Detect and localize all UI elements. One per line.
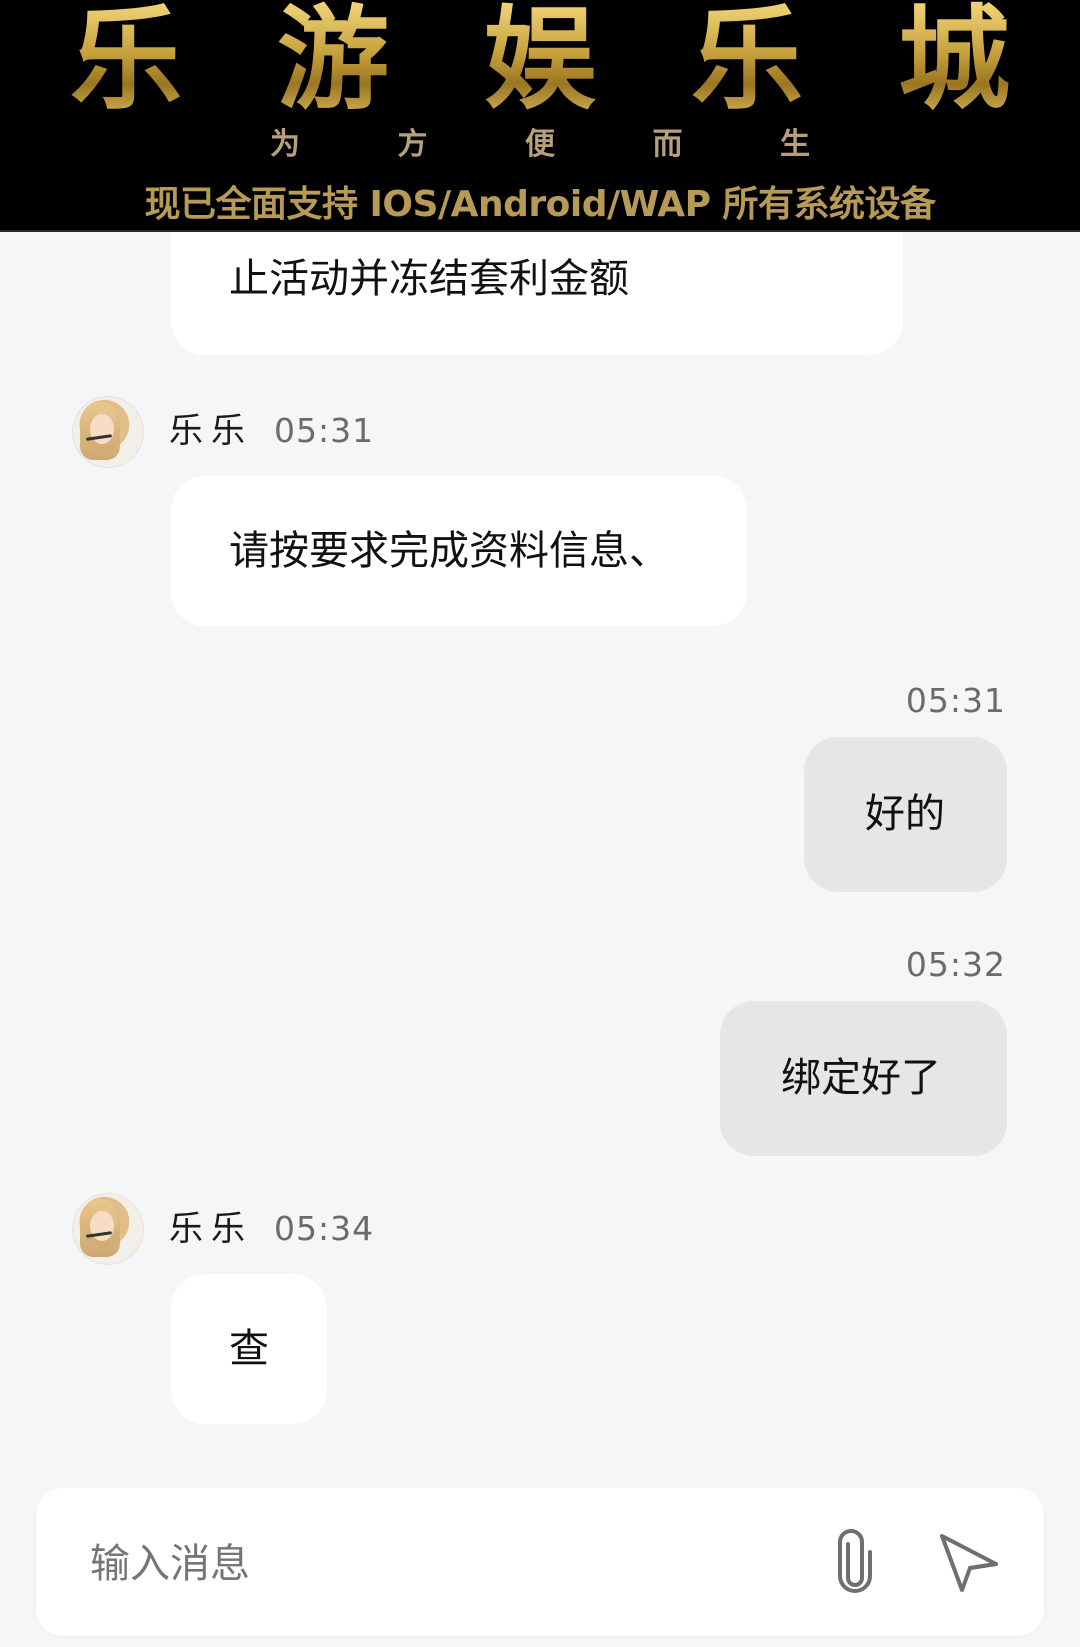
banner-title-char: 乐 xyxy=(691,0,803,125)
message-text: 查 xyxy=(229,1326,269,1372)
banner-subtitle-char: 方 xyxy=(397,127,428,162)
banner-subtitle-char: 而 xyxy=(652,127,683,162)
agent-avatar[interactable] xyxy=(72,396,144,468)
paperclip-icon[interactable] xyxy=(820,1526,890,1596)
banner-title-char: 乐 xyxy=(70,0,182,125)
send-icon[interactable] xyxy=(934,1526,1004,1596)
message-input-bar xyxy=(36,1488,1044,1636)
banner-subtitle-char: 生 xyxy=(780,127,810,162)
message-input[interactable] xyxy=(88,1538,692,1590)
message-time: 05:31 xyxy=(905,681,1006,720)
message-bubble-self: 好的 xyxy=(804,737,1007,892)
message-bubble-agent: 查 xyxy=(171,1274,327,1424)
banner-title: 乐 游 娱 乐 城 xyxy=(70,0,1010,120)
message-time: 05:31 xyxy=(274,411,375,450)
banner-title-char: 游 xyxy=(277,0,389,125)
message-text: 请按要求完成资料信息、 xyxy=(229,528,669,574)
message-text: 止活动并冻结套利金额 xyxy=(229,256,629,302)
banner-subtitle: 为 方 便 而 生 xyxy=(270,125,810,165)
chat-area: 止活动并冻结套利金额 乐乐 05:31 请按要求完成资料信息、 05:31 好的… xyxy=(0,0,1080,1647)
message-time: 05:34 xyxy=(274,1209,375,1248)
message-time: 05:32 xyxy=(905,945,1006,984)
promo-banner: 乐 游 娱 乐 城 为 方 便 而 生 现已全面支持 IOS/Android/W… xyxy=(0,0,1080,232)
sender-name: 乐乐 xyxy=(169,411,253,451)
banner-title-char: 娱 xyxy=(484,0,596,125)
message-bubble-agent: 请按要求完成资料信息、 xyxy=(171,476,747,626)
banner-title-char: 城 xyxy=(898,0,1010,125)
message-bubble-self: 绑定好了 xyxy=(720,1001,1007,1156)
banner-subtitle-char: 为 xyxy=(270,127,300,162)
message-text: 绑定好了 xyxy=(781,1055,941,1101)
agent-avatar[interactable] xyxy=(72,1193,144,1265)
banner-tagline: 现已全面支持 IOS/Android/WAP 所有系统设备 xyxy=(144,184,936,225)
message-text: 好的 xyxy=(865,791,945,837)
sender-name: 乐乐 xyxy=(169,1209,253,1249)
banner-subtitle-char: 便 xyxy=(525,127,555,162)
